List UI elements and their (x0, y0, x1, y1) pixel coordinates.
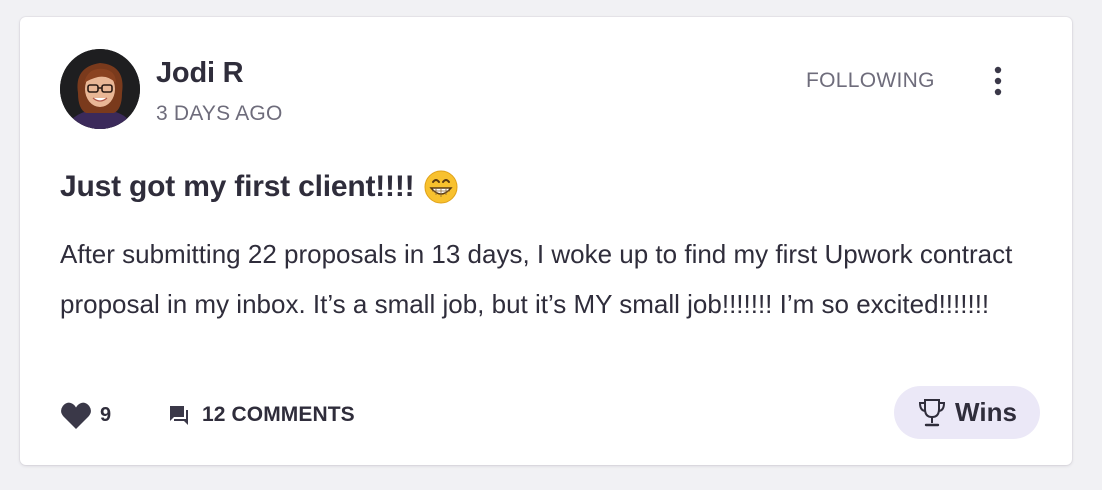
post-card: Jodi R 3 DAYS AGO FOLLOWING Just got my … (20, 17, 1072, 465)
like-button[interactable]: 9 (60, 401, 111, 430)
following-button[interactable]: FOLLOWING (806, 69, 935, 93)
post-timestamp: 3 DAYS AGO (156, 102, 283, 125)
category-tag-wins[interactable]: Wins (894, 386, 1040, 439)
vertical-ellipsis-icon (994, 66, 1002, 96)
avatar-photo-icon (60, 49, 140, 129)
more-options-button[interactable] (986, 65, 1010, 97)
comments-button[interactable]: 12 COMMENTS (166, 403, 355, 427)
grinning-face-emoji-icon (424, 170, 458, 204)
comment-icon (170, 406, 188, 425)
like-count: 9 (100, 404, 112, 426)
trophy-icon (919, 398, 946, 426)
category-tag-label: Wins (955, 397, 1017, 427)
comments-label: 12 COMMENTS (202, 403, 355, 426)
post-title[interactable]: Just got my first client!!!! (60, 170, 458, 204)
author-name[interactable]: Jodi R (156, 57, 244, 90)
post-title-text: Just got my first client!!!! (60, 170, 415, 203)
heart-icon (61, 402, 91, 429)
post-body: After submitting 22 proposals in 13 days… (60, 239, 1013, 319)
author-avatar[interactable] (60, 49, 140, 129)
